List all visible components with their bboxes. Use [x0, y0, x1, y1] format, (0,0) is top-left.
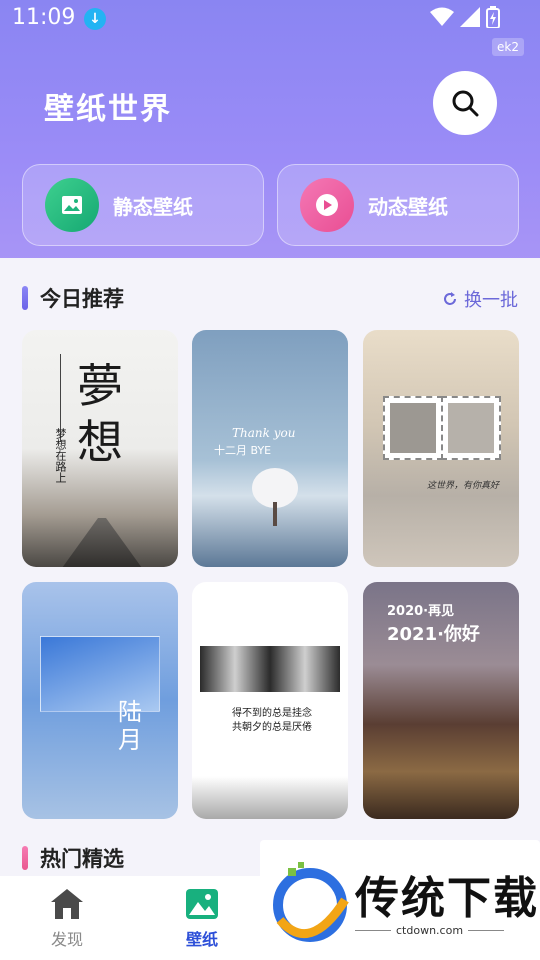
- wallpaper-card-newyear[interactable]: 2020·再见 2021·你好: [363, 582, 519, 819]
- tree-trunk: [273, 502, 277, 526]
- refresh-icon: [444, 292, 456, 305]
- tab-wallpaper-label: 壁纸: [185, 930, 218, 949]
- live-wallpaper-label: 动态壁纸: [368, 194, 448, 219]
- photo-caption: 这世界，有你真好: [427, 481, 500, 491]
- watermark-logo: [273, 862, 349, 942]
- december-bye-text: 十二月 BYE: [214, 444, 272, 457]
- section-accent-bar-hot: [22, 846, 28, 870]
- main-content: 今日推荐 换一批 夢想 梦想在路上 Thank you 十二月 BYE 这世界，…: [0, 258, 540, 878]
- today-title: 今日推荐: [40, 287, 124, 311]
- refresh-button[interactable]: 换一批: [442, 286, 518, 312]
- wallpaper-card-photo-frame[interactable]: 这世界，有你真好: [363, 330, 519, 567]
- header: 11:09 ↓ ek2 壁纸世界 静态壁纸 动态壁纸: [0, 0, 540, 262]
- app-title: 壁纸世界: [44, 92, 172, 127]
- status-bar: 11:09 ↓: [0, 0, 540, 36]
- battery-icon: [486, 6, 500, 28]
- quote-line-2: 共朝夕的总是厌倦: [232, 722, 312, 733]
- refresh-label: 换一批: [464, 290, 518, 311]
- wallpaper-icon: [186, 889, 218, 919]
- watermark-line-left: [355, 930, 391, 931]
- photo-left: [383, 396, 443, 460]
- download-icon: ↓: [84, 8, 106, 30]
- status-icons: [430, 6, 500, 28]
- hot-title: 热门精选: [40, 847, 124, 871]
- thankyou-text: Thank you: [232, 426, 296, 440]
- live-wallpaper-button[interactable]: 动态壁纸: [277, 164, 519, 246]
- wallpaper-card-quote[interactable]: 得不到的总是挂念 共朝夕的总是厌倦: [192, 582, 348, 819]
- watermark-url: ctdown.com: [396, 924, 464, 937]
- wifi-icon: [430, 7, 454, 26]
- tab-discover[interactable]: 发现: [32, 888, 102, 950]
- hot-section-title: 热门精选: [22, 843, 124, 873]
- debug-tag: ek2: [492, 38, 524, 56]
- newyear-line-1: 2020·再见: [387, 604, 455, 619]
- image-icon: [45, 178, 99, 232]
- road-image: [62, 518, 142, 567]
- today-section-title: 今日推荐: [22, 283, 124, 313]
- newyear-line-2: 2021·你好: [387, 624, 480, 645]
- quote-line-1: 得不到的总是挂念: [232, 708, 312, 719]
- watermark-line-right: [468, 930, 504, 931]
- section-accent-bar: [22, 286, 28, 310]
- sky-text: 陆月: [118, 698, 142, 754]
- play-icon: [300, 178, 354, 232]
- dream-title: 夢想: [77, 359, 123, 469]
- film-strip-image: [200, 646, 340, 692]
- status-time: 11:09: [12, 5, 76, 30]
- photo-right: [441, 396, 501, 460]
- static-wallpaper-label: 静态壁纸: [113, 194, 193, 219]
- dream-subtitle: 梦想在路上: [54, 428, 67, 483]
- wallpaper-card-thankyou[interactable]: Thank you 十二月 BYE: [192, 330, 348, 567]
- watermark: 传统下载 ctdown.com: [260, 840, 540, 960]
- wallpaper-card-sky[interactable]: 陆月: [22, 582, 178, 819]
- wallpaper-card-dream[interactable]: 夢想 梦想在路上: [22, 330, 178, 567]
- search-button[interactable]: [433, 71, 497, 135]
- tab-wallpaper[interactable]: 壁纸: [167, 888, 237, 950]
- static-wallpaper-button[interactable]: 静态壁纸: [22, 164, 264, 246]
- home-icon: [51, 889, 83, 919]
- tab-discover-label: 发现: [50, 930, 83, 949]
- watermark-text: 传统下载: [355, 873, 539, 924]
- search-icon: [452, 90, 479, 117]
- signal-icon: [460, 7, 480, 27]
